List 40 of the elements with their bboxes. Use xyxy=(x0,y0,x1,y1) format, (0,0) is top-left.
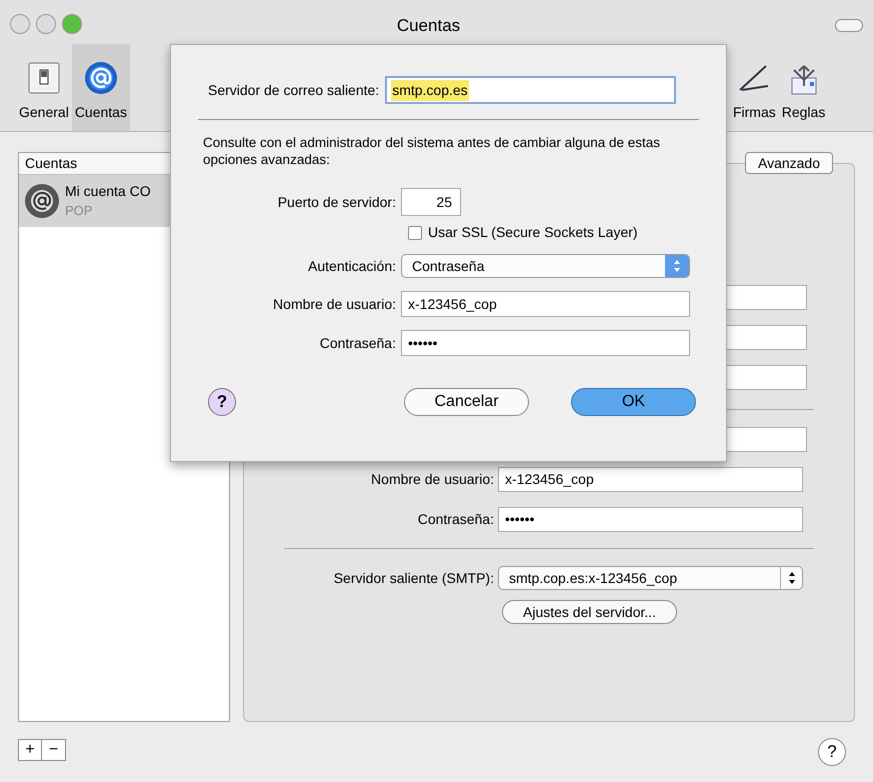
server-settings-button[interactable]: Ajustes del servidor... xyxy=(502,600,678,624)
toolbar-item[interactable]: Reglas xyxy=(778,44,828,131)
globe-at-icon xyxy=(23,182,61,220)
toolbar-item[interactable]: Firmas xyxy=(730,44,779,131)
input-field[interactable]: x-123456_cop xyxy=(498,467,803,492)
ssl-checkbox[interactable]: Usar SSL (Secure Sockets Layer) xyxy=(408,222,699,243)
field-label: Puerto de servidor: xyxy=(276,192,397,212)
minimize-button[interactable] xyxy=(36,14,56,34)
password-field[interactable]: •••••• xyxy=(498,507,803,532)
field-label: Contraseña: xyxy=(318,334,397,352)
field-label: Contraseña: xyxy=(416,510,495,529)
window-title: Cuentas xyxy=(396,16,460,36)
field-label: Autenticación: xyxy=(307,256,397,276)
at-sign-icon xyxy=(82,60,119,96)
close-button[interactable] xyxy=(10,14,30,34)
toolbar-item[interactable]: Cuentas xyxy=(72,44,130,131)
authentication-dropdown[interactable]: Contraseña xyxy=(401,254,690,278)
ok-button[interactable]: OK xyxy=(571,388,696,416)
checkbox-box[interactable] xyxy=(408,226,422,240)
field-label: Servidor saliente (SMTP): xyxy=(332,568,495,588)
field-label: Servidor de correo saliente: xyxy=(207,80,380,100)
password-field[interactable]: •••••• xyxy=(401,330,690,356)
switch-icon xyxy=(26,60,62,96)
zoom-button[interactable] xyxy=(62,14,82,34)
stepper-arrows-icon xyxy=(665,255,689,277)
cancel-button[interactable]: Cancelar xyxy=(404,388,529,416)
tab[interactable]: Avanzado xyxy=(744,152,833,174)
add-button[interactable]: + xyxy=(18,739,42,761)
account-name: Mi cuenta CO xyxy=(65,182,151,201)
field-label: Nombre de usuario: xyxy=(272,294,397,314)
toolbar-toggle-button[interactable] xyxy=(835,18,863,32)
help-button[interactable]: ? xyxy=(208,388,236,416)
account-type: POP xyxy=(65,202,94,220)
remove-button[interactable]: − xyxy=(42,739,66,761)
smtp-dropdown[interactable]: smtp.cop.es:x-123456_cop xyxy=(498,566,803,590)
input-field[interactable]: smtp.cop.es xyxy=(385,76,676,104)
field-label: Nombre de usuario: xyxy=(370,470,495,489)
input-field[interactable]: x-123456_cop xyxy=(401,291,690,317)
port-field[interactable]: 25 xyxy=(401,188,461,216)
toolbar-item[interactable]: General xyxy=(16,44,72,131)
